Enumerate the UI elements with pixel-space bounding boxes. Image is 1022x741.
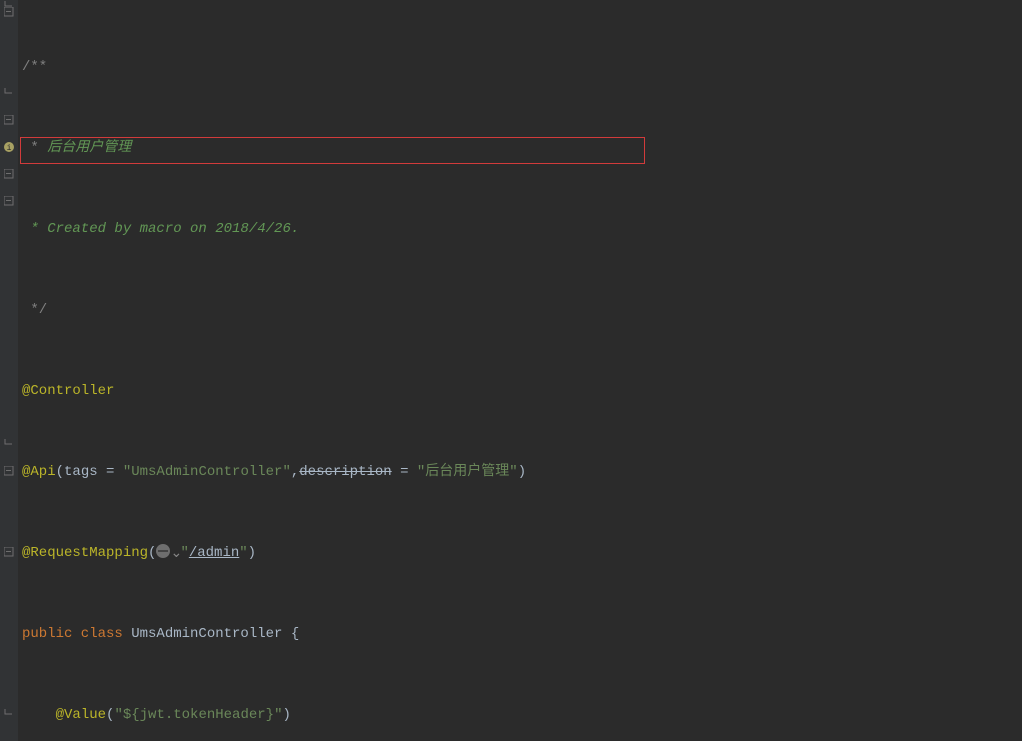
fold-end-marker <box>3 708 15 720</box>
fold-end-marker <box>3 438 15 450</box>
fold-marker[interactable] <box>3 168 15 180</box>
code-line: /** <box>22 54 839 81</box>
code-line: @Value("${jwt.tokenHeader}") <box>22 702 839 729</box>
code-line: @Api(tags = "UmsAdminController",descrip… <box>22 459 839 486</box>
fold-marker[interactable] <box>3 114 15 126</box>
fold-end-marker <box>3 87 15 99</box>
code-line: * 后台用户管理 <box>22 135 839 162</box>
code-line: * Created by macro on 2018/4/26. <box>22 216 839 243</box>
code-area[interactable]: /** * 后台用户管理 * Created by macro on 2018/… <box>18 0 839 741</box>
fold-marker[interactable] <box>3 546 15 558</box>
fold-marker[interactable] <box>3 195 15 207</box>
chevron-down-icon: ⌄ <box>170 541 180 551</box>
code-line: public class UmsAdminController { <box>22 621 839 648</box>
fold-end-marker <box>3 0 15 12</box>
code-line: @Controller <box>22 378 839 405</box>
globe-icon <box>156 544 170 558</box>
gutter: i <box>0 0 18 741</box>
fold-marker[interactable] <box>3 465 15 477</box>
gutter-hint-icon[interactable]: i <box>3 141 15 153</box>
code-line: */ <box>22 297 839 324</box>
code-line: @RequestMapping(⌄"/admin") <box>22 540 839 567</box>
svg-text:i: i <box>6 144 11 153</box>
